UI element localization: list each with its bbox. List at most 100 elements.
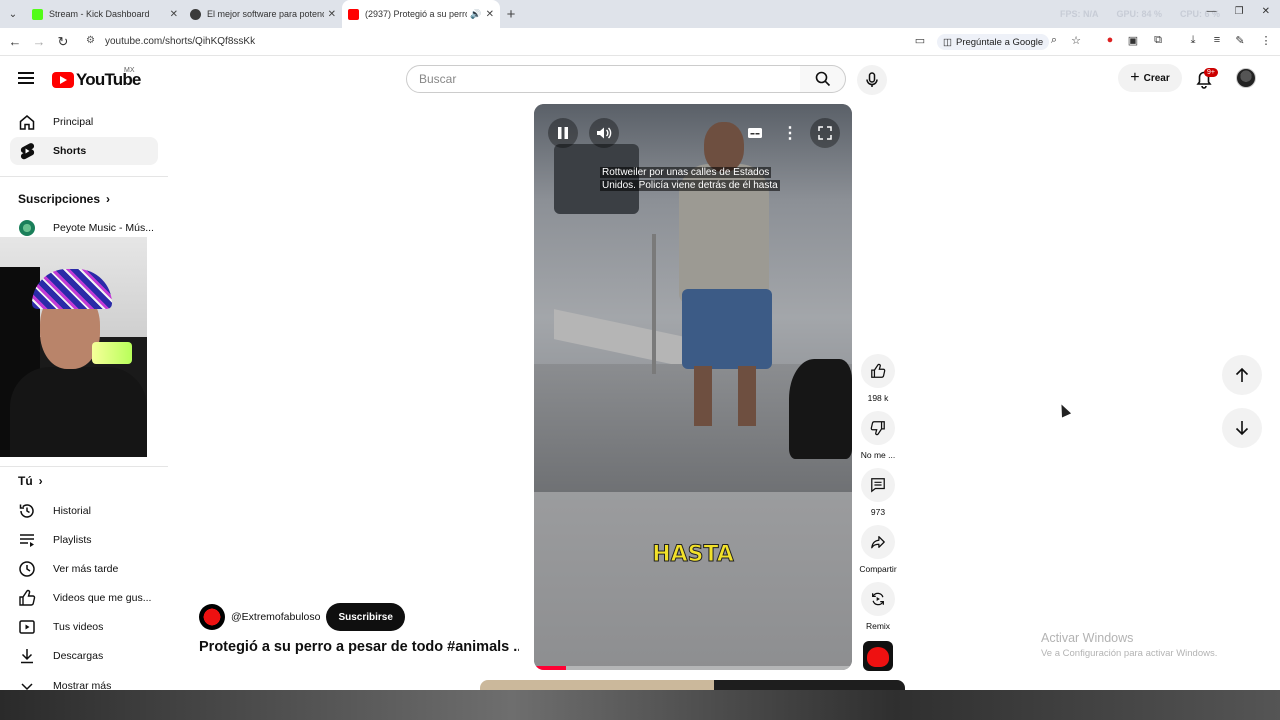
pause-icon <box>558 127 568 139</box>
short-title[interactable]: Protegió a su perro a pesar de todo #ani… <box>199 639 519 655</box>
like-button[interactable] <box>861 354 895 388</box>
bookmark-star-icon[interactable]: ☆ <box>1068 34 1084 47</box>
pause-button[interactable] <box>548 118 578 148</box>
sidebar-item-tus-videos[interactable]: Tus videos <box>10 613 158 641</box>
profile-extension-icon[interactable]: ✎ <box>1232 34 1248 47</box>
close-window-icon[interactable]: ✕ <box>1262 6 1270 17</box>
minimize-icon[interactable]: — <box>1207 6 1217 17</box>
download-icon[interactable]: ⤓ <box>1185 34 1201 47</box>
arrow-down-icon <box>1235 421 1249 436</box>
volume-button[interactable] <box>589 118 619 148</box>
site-info-icon[interactable]: ⚙ <box>86 35 95 46</box>
mouse-cursor-icon <box>1056 402 1072 418</box>
gpu-readout: GPU: 84 % <box>1116 9 1162 19</box>
sound-thumbnail[interactable] <box>863 641 893 671</box>
fullscreen-button[interactable] <box>810 118 840 148</box>
youtube-header: YouTube MX Buscar + Crear 9+ <box>0 56 1280 102</box>
youtube-logo[interactable]: YouTube MX <box>52 67 141 90</box>
sidebar-item-principal[interactable]: Principal <box>10 108 158 136</box>
search-input[interactable]: Buscar <box>406 65 801 93</box>
dislike-action[interactable]: No me ... <box>860 411 896 460</box>
volume-icon <box>597 127 612 139</box>
performance-overlay: FPS: N/A GPU: 84 % CPU: 6 % <box>1060 9 1220 19</box>
video-overlay-text: HASTA <box>652 542 735 568</box>
create-label: Crear <box>1143 72 1170 84</box>
remix-label: Remix <box>865 621 891 631</box>
shorts-icon <box>18 142 36 160</box>
sidebar-item-videos-que-me-gustan[interactable]: Videos que me gus... <box>10 584 158 612</box>
zoom-icon[interactable]: ⌕ <box>1046 34 1062 47</box>
extension-icon[interactable]: ▣ <box>1125 34 1141 47</box>
shorts-video-player[interactable]: Rottweiler por unas calles de Estados Un… <box>534 104 852 670</box>
hamburger-menu-icon[interactable] <box>18 72 34 84</box>
search-placeholder: Buscar <box>419 72 457 86</box>
more-options-button[interactable]: ⋮ <box>775 118 805 148</box>
sidebar-item-historial[interactable]: Historial <box>10 497 158 525</box>
restore-icon[interactable]: ❐ <box>1235 6 1244 17</box>
next-short-button[interactable] <box>1222 408 1262 448</box>
extension-red-icon[interactable]: ● <box>1102 34 1118 46</box>
remix-button[interactable] <box>861 582 895 616</box>
channel-avatar[interactable] <box>199 604 225 630</box>
comments-button[interactable] <box>861 468 895 502</box>
video-progress-bar[interactable] <box>534 666 852 670</box>
you-heading-label: Tú <box>18 474 33 488</box>
like-action[interactable]: 198 k <box>860 354 896 403</box>
kick-favicon-icon <box>32 8 43 20</box>
desktop-overlay-strip <box>0 690 1280 720</box>
speaker-icon[interactable]: 🔊 <box>470 9 481 20</box>
browser-tab-kick[interactable]: Stream - Kick Dashboard ✕ <box>26 0 184 28</box>
puzzle-icon[interactable]: ⧉ <box>1150 34 1166 47</box>
sidebar-item-label: Videos que me gus... <box>53 592 152 604</box>
arrow-up-icon <box>1235 367 1249 382</box>
comment-count: 973 <box>870 507 886 517</box>
sidebar-item-shorts[interactable]: Shorts <box>10 137 158 165</box>
you-heading[interactable]: Tú › <box>18 474 43 488</box>
subscriptions-heading[interactable]: Suscripciones › <box>18 192 110 206</box>
media-control-icon[interactable]: ≡ <box>1209 34 1225 46</box>
browser-tab-youtube[interactable]: (2937) Protegió a su perro a pe 🔊 ✕ <box>342 0 500 28</box>
plus-icon: + <box>1130 69 1140 86</box>
tab-search-button[interactable]: ⌄ <box>0 0 26 28</box>
captions-button[interactable] <box>740 118 770 148</box>
webcam-overlay <box>0 237 147 457</box>
microphone-icon <box>866 72 878 87</box>
sidebar-item-label: Historial <box>53 505 91 517</box>
sidebar-item-descargas[interactable]: Descargas <box>10 642 158 670</box>
subscribe-button[interactable]: Suscribirse <box>326 603 405 631</box>
dislike-button[interactable] <box>861 411 895 445</box>
close-tab-icon[interactable]: ✕ <box>486 9 494 20</box>
sidebar-item-ver-mas-tarde[interactable]: Ver más tarde <box>10 555 158 583</box>
remix-action[interactable]: Remix <box>860 582 896 631</box>
share-label: Compartir <box>859 564 897 574</box>
share-button[interactable] <box>861 525 895 559</box>
search-button[interactable] <box>800 65 846 93</box>
close-tab-icon[interactable]: ✕ <box>328 9 336 20</box>
channel-name[interactable]: @Extremofabuloso <box>231 611 320 623</box>
sidebar-item-label: Peyote Music - Mús... <box>53 222 154 234</box>
search-icon <box>815 71 830 87</box>
forward-icon[interactable]: → <box>27 34 51 49</box>
sidebar-item-playlists[interactable]: Playlists <box>10 526 158 554</box>
previous-short-button[interactable] <box>1222 355 1262 395</box>
comments-action[interactable]: 973 <box>860 468 896 517</box>
video-frame <box>534 104 852 492</box>
menu-kebab-icon[interactable]: ⋮ <box>1258 34 1274 47</box>
country-code: MX <box>124 67 135 74</box>
ask-google-button[interactable]: ◫ Pregúntale a Google <box>937 34 1050 50</box>
new-tab-button[interactable]: + <box>500 6 522 23</box>
cast-icon[interactable]: ▭ <box>912 34 928 47</box>
playlist-icon <box>18 531 36 549</box>
share-action[interactable]: Compartir <box>859 525 897 574</box>
divider <box>0 176 168 177</box>
account-avatar[interactable] <box>1236 68 1256 88</box>
close-tab-icon[interactable]: ✕ <box>170 9 178 20</box>
comment-icon <box>871 478 885 493</box>
reload-icon[interactable]: ↻ <box>51 34 75 50</box>
back-icon[interactable]: ← <box>3 34 27 49</box>
voice-search-button[interactable] <box>857 65 887 95</box>
create-button[interactable]: + Crear <box>1118 64 1182 92</box>
url-field[interactable]: youtube.com/shorts/QihKQf8ssKk <box>105 36 255 47</box>
browser-tab-software[interactable]: El mejor software para potencia ✕ <box>184 0 342 28</box>
ask-google-label: Pregúntale a Google <box>955 36 1044 48</box>
